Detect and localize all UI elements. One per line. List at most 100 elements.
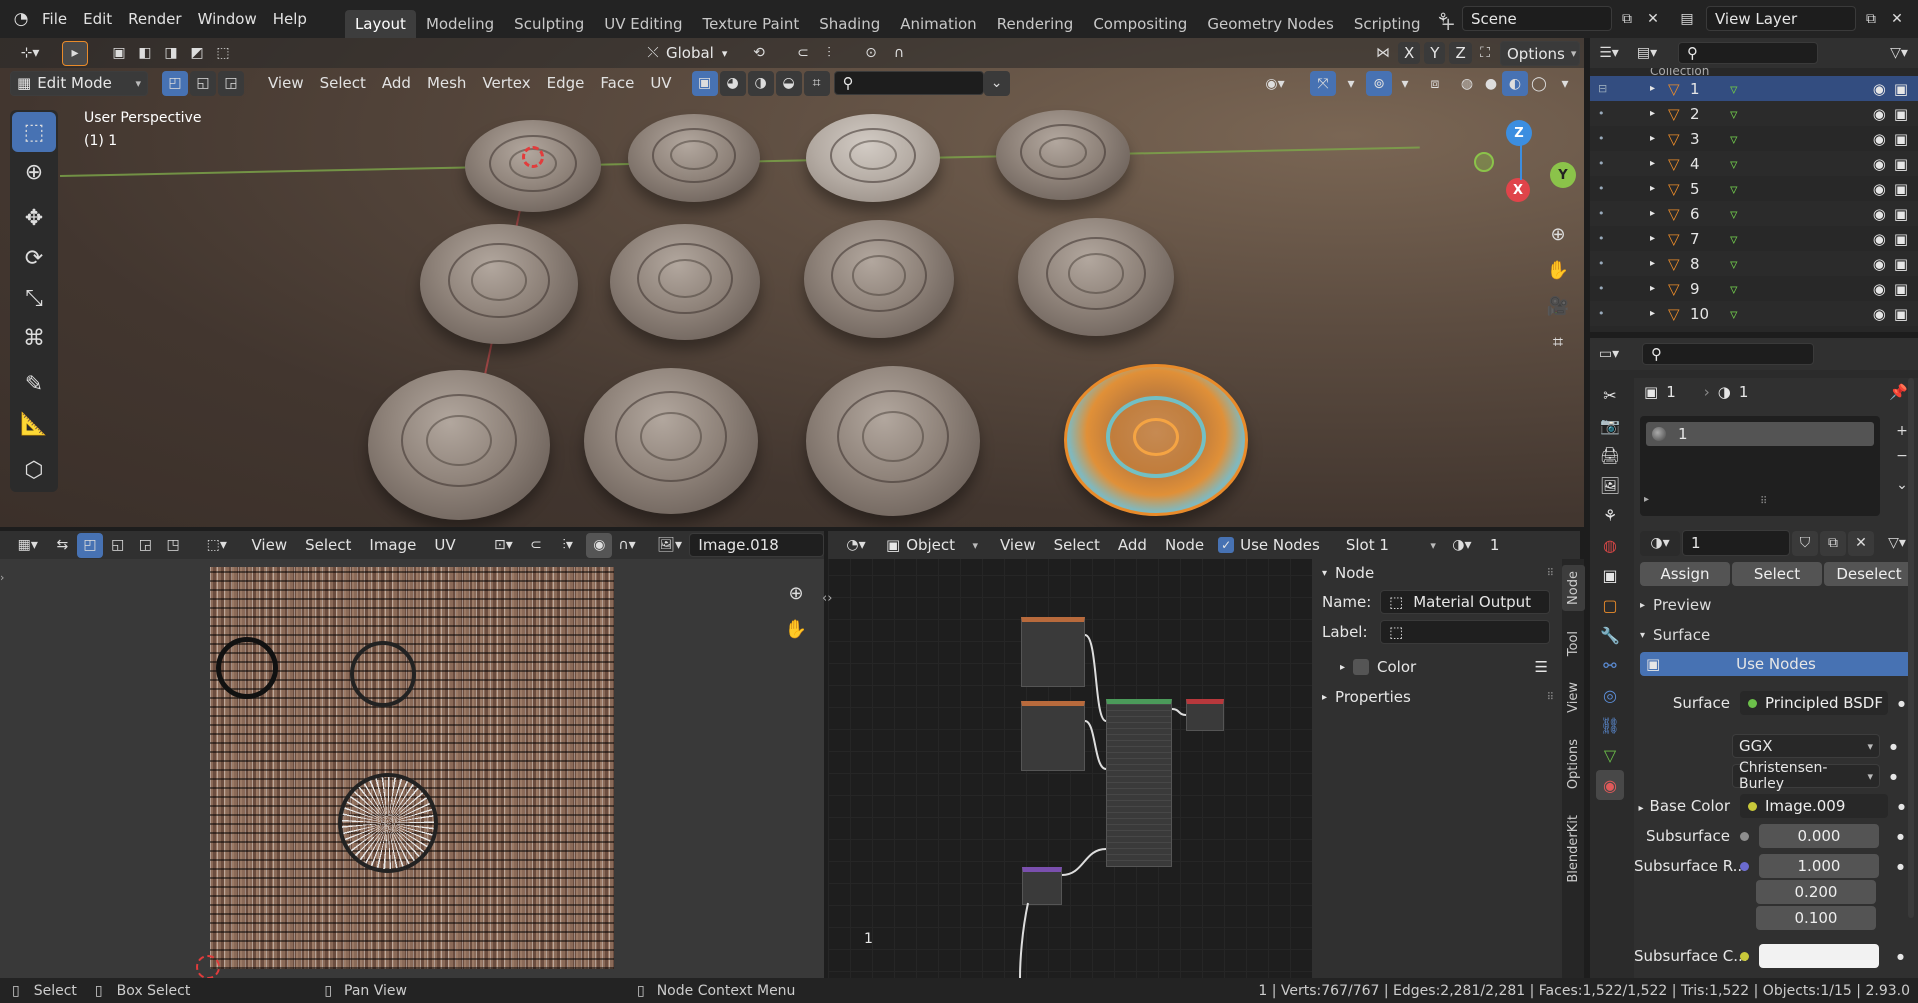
visibility-eye-icon[interactable]: ◉ — [1873, 180, 1886, 198]
tab-rendering[interactable]: Rendering — [987, 10, 1084, 38]
transform-orientation-icon[interactable]: ⤬ — [640, 40, 666, 65]
image-texture-node[interactable] — [1021, 617, 1085, 687]
outliner-item[interactable]: • ▸ ▽ 6 ▿ ◉ ▣ — [1590, 201, 1918, 226]
menu-help[interactable]: Help — [265, 6, 315, 32]
falloff-icon[interactable]: ∩ — [886, 40, 912, 65]
node-menu-select[interactable]: Select — [1046, 532, 1108, 558]
material-output-node[interactable] — [1186, 699, 1224, 731]
node-menu-add[interactable]: Add — [1110, 532, 1155, 558]
node-color-row[interactable]: ▸ Color ☰ — [1312, 651, 1562, 683]
visibility-eye-icon[interactable]: ◉ — [1873, 80, 1886, 98]
select-invert-icon[interactable]: ◩ — [184, 41, 210, 66]
expand-icon[interactable]: ▸ — [1650, 308, 1668, 319]
3d-viewport[interactable]: ⊹▾ ▸ ▣ ◧ ◨ ◩ ⬚ ⤬ Global ▾ ⟲ ⊂ ⫶ ⊙ ∩ ⋈ X Y… — [0, 38, 1584, 527]
sss-method-dropdown[interactable]: Christensen-Burley ▾ — [1732, 760, 1880, 792]
properties-search[interactable]: ⚲ — [1642, 343, 1814, 365]
physics-tab-icon[interactable]: ◎ — [1596, 680, 1624, 710]
uv-edge-mode-icon[interactable]: ◱ — [105, 533, 131, 558]
mesh-data-icon[interactable]: ▿ — [1730, 105, 1738, 123]
visibility-eye-icon[interactable]: ◉ — [1873, 255, 1886, 273]
auto-merge-icon[interactable]: ⛶ — [1472, 40, 1498, 65]
editor-type-icon[interactable]: ⊹▾ — [10, 41, 50, 66]
tab-sculpting[interactable]: Sculpting — [504, 10, 594, 38]
options-dropdown[interactable]: Options ▾ — [1500, 41, 1580, 66]
zoom-icon[interactable]: ⊕ — [1542, 216, 1574, 252]
preview-panel-header[interactable]: ▸ Preview — [1640, 592, 1914, 618]
image-texture-node[interactable] — [1021, 701, 1085, 771]
render-camera-icon[interactable]: ▣ — [1894, 255, 1908, 273]
outliner-item[interactable]: • ▸ ▽ 2 ▿ ◉ ▣ — [1590, 101, 1918, 126]
drag-handle-icon[interactable]: ⠿ — [1547, 568, 1554, 579]
slot-dropdown[interactable]: Slot 1 ▾ — [1340, 533, 1442, 557]
color-presets-icon[interactable]: ☰ — [1535, 658, 1548, 676]
gizmo-y-axis[interactable]: Y — [1550, 162, 1576, 188]
shading-dropdown-icon[interactable]: ▾ — [1552, 71, 1578, 96]
expand-icon[interactable]: ▸ — [1650, 258, 1668, 269]
mesh-data-icon[interactable]: ▿ — [1730, 305, 1738, 323]
mesh-data-icon[interactable]: ▿ — [1730, 80, 1738, 98]
uv-menu-view[interactable]: View — [244, 532, 296, 558]
tab-uv-editing[interactable]: UV Editing — [594, 10, 692, 38]
deselect-button[interactable]: Deselect — [1824, 562, 1914, 586]
subsurface-radius-z[interactable]: 0.100 — [1756, 906, 1876, 930]
measure-tool-icon[interactable]: 📐 — [12, 404, 56, 444]
menu-edge[interactable]: Edge — [539, 70, 593, 96]
proportional-edit-icon[interactable]: ⊙ — [858, 40, 884, 65]
object-select-icon[interactable]: • — [1598, 107, 1624, 120]
outliner-editor-icon[interactable]: ☰▾ — [1596, 41, 1622, 66]
object-tab-icon[interactable]: ▢ — [1596, 590, 1624, 620]
menu-select[interactable]: Select — [312, 70, 374, 96]
visibility-eye-icon[interactable]: ◉ — [1873, 230, 1886, 248]
node-editor-type-icon[interactable]: ◔▾ — [838, 533, 874, 558]
xray-icon[interactable]: ⧈ — [1422, 71, 1448, 96]
subsurface-color-swatch[interactable] — [1759, 944, 1879, 968]
expand-icon[interactable]: ▸ — [1650, 283, 1668, 294]
remove-view-layer-icon[interactable]: ✕ — [1884, 6, 1910, 31]
sidebar-tab-node[interactable]: Node — [1562, 565, 1585, 611]
visibility-eye-icon[interactable]: ◉ — [1873, 130, 1886, 148]
properties-panel-header[interactable]: ▸ Properties ⠿ — [1312, 683, 1562, 711]
sidebar-tab-blenderkit[interactable]: BlenderKit — [1562, 809, 1585, 889]
uv-vertex-mode-icon[interactable]: ◰ — [77, 532, 103, 558]
outliner-item[interactable]: ⊟ ▸ ▽ 1 ▿ ◉ ▣ — [1590, 76, 1918, 101]
filter-icon[interactable]: ▽▾ — [1886, 41, 1912, 66]
blender-logo-icon[interactable]: ◔ — [8, 7, 34, 32]
select-extend-icon[interactable]: ◧ — [132, 41, 158, 66]
sidebar-tab-options[interactable]: Options — [1562, 733, 1585, 795]
select-subtract-icon[interactable]: ◨ — [158, 41, 184, 66]
expand-icon[interactable]: ▸ — [1650, 83, 1668, 94]
coin-object[interactable] — [368, 370, 550, 520]
render-camera-icon[interactable]: ▣ — [1894, 230, 1908, 248]
assign-button[interactable]: Assign — [1640, 562, 1730, 586]
mesh-data-icon[interactable]: ▿ — [1730, 180, 1738, 198]
snap-icon[interactable]: ⊂ — [790, 40, 816, 65]
viewport-search-field[interactable]: ⚲ — [833, 71, 984, 95]
scene-field[interactable]: Scene — [1462, 6, 1612, 31]
node-material-field[interactable]: 1 — [1482, 533, 1578, 557]
mesh-data-icon[interactable]: ▿ — [1730, 155, 1738, 173]
sidebar-tab-tool[interactable]: Tool — [1562, 625, 1585, 662]
world-tab-icon[interactable]: ◍ — [1596, 530, 1624, 560]
link-icon[interactable]: ▽▾ — [1884, 531, 1910, 556]
snap-target-icon[interactable]: ⫶ — [816, 40, 842, 65]
pivot-icon[interactable]: ⟲ — [746, 40, 772, 65]
uv-face-mode-icon[interactable]: ◲ — [133, 533, 159, 558]
visibility-eye-icon[interactable]: ◉ — [1873, 205, 1886, 223]
expand-icon[interactable]: ▸ — [1650, 133, 1668, 144]
outliner-item[interactable]: • ▸ ▽ 10 ▿ ◉ ▣ — [1590, 301, 1918, 326]
uv-mode-icon-2[interactable]: ◑ — [747, 70, 774, 96]
menu-render[interactable]: Render — [120, 6, 189, 32]
material-name-field[interactable]: 1 — [1682, 530, 1790, 556]
node-panel-header[interactable]: ▾ Node ⠿ — [1312, 559, 1562, 587]
uv-menu-uv[interactable]: UV — [426, 532, 463, 558]
menu-vertex[interactable]: Vertex — [474, 70, 538, 96]
uv-menu-image[interactable]: Image — [361, 532, 424, 558]
object-select-icon[interactable]: • — [1598, 232, 1624, 245]
wireframe-shading-icon[interactable]: ◍ — [1454, 71, 1480, 96]
cursor-tool-icon[interactable]: ⊕ — [12, 152, 56, 192]
select-new-icon[interactable]: ▣ — [106, 41, 132, 66]
base-color-field[interactable]: Image.009 — [1740, 794, 1888, 818]
mirror-icon[interactable]: ⋈ — [1370, 40, 1396, 65]
object-select-icon[interactable]: ⊟ — [1598, 82, 1624, 95]
annotate-tool-icon[interactable]: ✎ — [12, 364, 56, 404]
